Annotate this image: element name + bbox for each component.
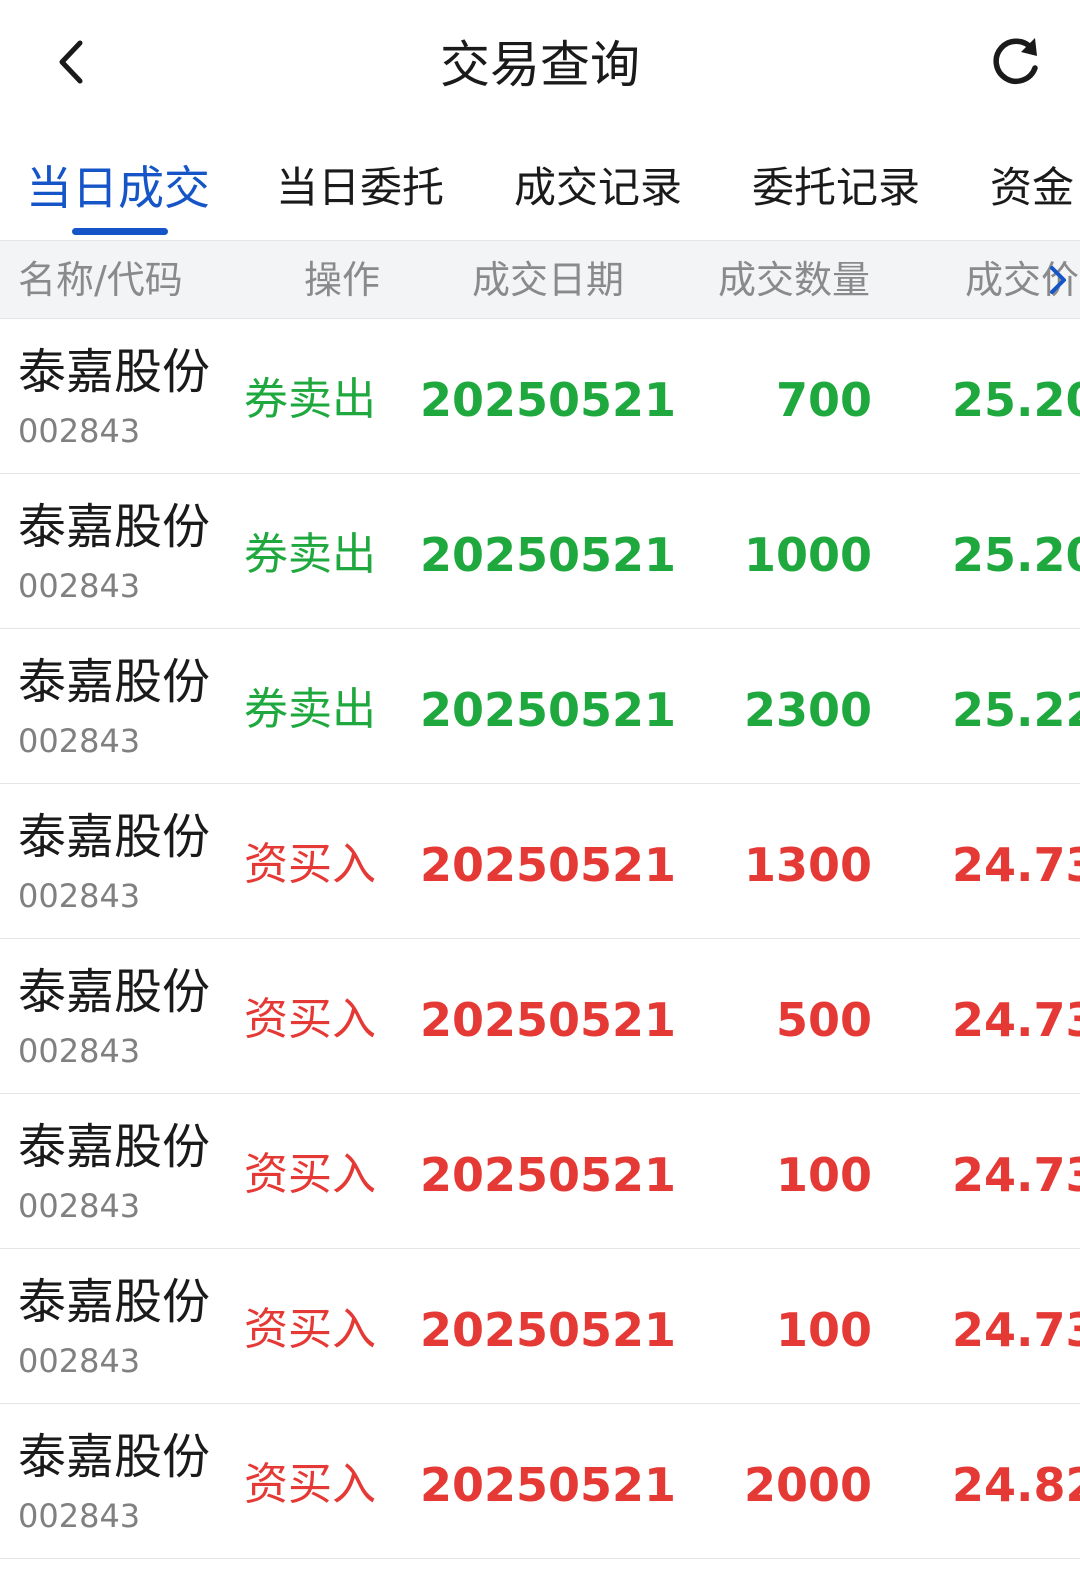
trade-price: 25.20 <box>952 373 1080 427</box>
trade-operation: 资买入 <box>244 1459 376 1510</box>
trade-date: 20250521 <box>420 373 677 427</box>
trade-operation: 资买入 <box>244 1149 376 1200</box>
stock-name: 泰嘉股份 <box>18 1119 211 1175</box>
stock-name: 泰嘉股份 <box>18 1274 211 1330</box>
trade-quantity: 2300 <box>743 683 872 737</box>
trade-operation: 券卖出 <box>244 684 376 735</box>
trade-quantity: 1300 <box>743 838 872 892</box>
table-row[interactable]: 泰嘉股份 002843 资买入 20250521 100 24.73 <box>0 1249 1080 1404</box>
column-header-date: 成交日期 <box>472 258 625 302</box>
trade-price: 24.73 <box>952 1303 1080 1357</box>
table-row[interactable]: 泰嘉股份 002843 资买入 20250521 2000 24.82 <box>0 1404 1080 1559</box>
trade-price: 24.73 <box>952 838 1080 892</box>
tab-funds[interactable]: 资金 <box>990 158 1074 218</box>
trade-price: 25.22 <box>952 683 1080 737</box>
stock-name: 泰嘉股份 <box>18 1429 211 1485</box>
chevron-left-icon <box>59 40 83 84</box>
trade-date: 20250521 <box>420 1148 677 1202</box>
trade-price: 25.20 <box>952 528 1080 582</box>
trade-quantity: 1000 <box>743 528 872 582</box>
active-tab-indicator <box>72 228 168 235</box>
stock-code: 002843 <box>18 877 141 915</box>
trade-date: 20250521 <box>420 993 677 1047</box>
trade-operation: 资买入 <box>244 839 376 890</box>
stock-code: 002843 <box>18 1187 141 1225</box>
trade-quantity: 2000 <box>743 1458 872 1512</box>
trade-quantity: 700 <box>775 373 872 427</box>
chevron-right-icon[interactable] <box>1042 262 1072 298</box>
trade-price: 24.73 <box>952 1148 1080 1202</box>
refresh-button[interactable] <box>984 30 1048 94</box>
column-header-op: 操作 <box>304 258 381 302</box>
table-row[interactable]: 泰嘉股份 002843 资买入 20250521 500 24.73 <box>0 939 1080 1094</box>
trade-price: 24.73 <box>952 993 1080 1047</box>
tab-bar: 当日成交 当日委托 成交记录 委托记录 资金 <box>0 128 1080 240</box>
table-row[interactable]: 泰嘉股份 002843 券卖出 20250521 1000 25.20 <box>0 474 1080 629</box>
trade-date: 20250521 <box>420 838 677 892</box>
back-button[interactable] <box>40 30 104 94</box>
table-header: 名称/代码 操作 成交日期 成交数量 成交价 <box>0 240 1080 319</box>
page-title: 交易查询 <box>440 36 640 94</box>
trade-quantity: 100 <box>775 1148 872 1202</box>
trade-quantity: 500 <box>775 993 872 1047</box>
column-header-name: 名称/代码 <box>18 258 183 302</box>
trade-list: 泰嘉股份 002843 券卖出 20250521 700 25.20 泰嘉股份 … <box>0 319 1080 1559</box>
table-row[interactable]: 泰嘉股份 002843 资买入 20250521 100 24.73 <box>0 1094 1080 1249</box>
header-bar: 交易查询 <box>0 0 1080 128</box>
refresh-icon <box>993 38 1038 84</box>
stock-code: 002843 <box>18 1497 141 1535</box>
column-header-qty: 成交数量 <box>718 258 871 302</box>
trade-date: 20250521 <box>420 683 677 737</box>
table-row[interactable]: 泰嘉股份 002843 券卖出 20250521 2300 25.22 <box>0 629 1080 784</box>
trade-date: 20250521 <box>420 1458 677 1512</box>
stock-code: 002843 <box>18 567 141 605</box>
table-row[interactable]: 泰嘉股份 002843 券卖出 20250521 700 25.20 <box>0 319 1080 474</box>
table-row[interactable]: 泰嘉股份 002843 资买入 20250521 1300 24.73 <box>0 784 1080 939</box>
trade-date: 20250521 <box>420 1303 677 1357</box>
stock-code: 002843 <box>18 412 141 450</box>
stock-code: 002843 <box>18 722 141 760</box>
stock-code: 002843 <box>18 1342 141 1380</box>
trade-date: 20250521 <box>420 528 677 582</box>
stock-code: 002843 <box>18 1032 141 1070</box>
trade-operation: 券卖出 <box>244 374 376 425</box>
trade-operation: 资买入 <box>244 1304 376 1355</box>
tab-trade-history[interactable]: 成交记录 <box>514 158 682 218</box>
trade-operation: 资买入 <box>244 994 376 1045</box>
stock-name: 泰嘉股份 <box>18 654 211 710</box>
stock-name: 泰嘉股份 <box>18 499 211 555</box>
stock-name: 泰嘉股份 <box>18 809 211 865</box>
stock-name: 泰嘉股份 <box>18 964 211 1020</box>
tab-today-orders[interactable]: 当日委托 <box>276 158 444 218</box>
trade-operation: 券卖出 <box>244 529 376 580</box>
trade-price: 24.82 <box>952 1458 1080 1512</box>
tab-order-history[interactable]: 委托记录 <box>752 158 920 218</box>
trade-quantity: 100 <box>775 1303 872 1357</box>
stock-name: 泰嘉股份 <box>18 344 211 400</box>
tab-today-trades[interactable]: 当日成交 <box>26 158 210 218</box>
